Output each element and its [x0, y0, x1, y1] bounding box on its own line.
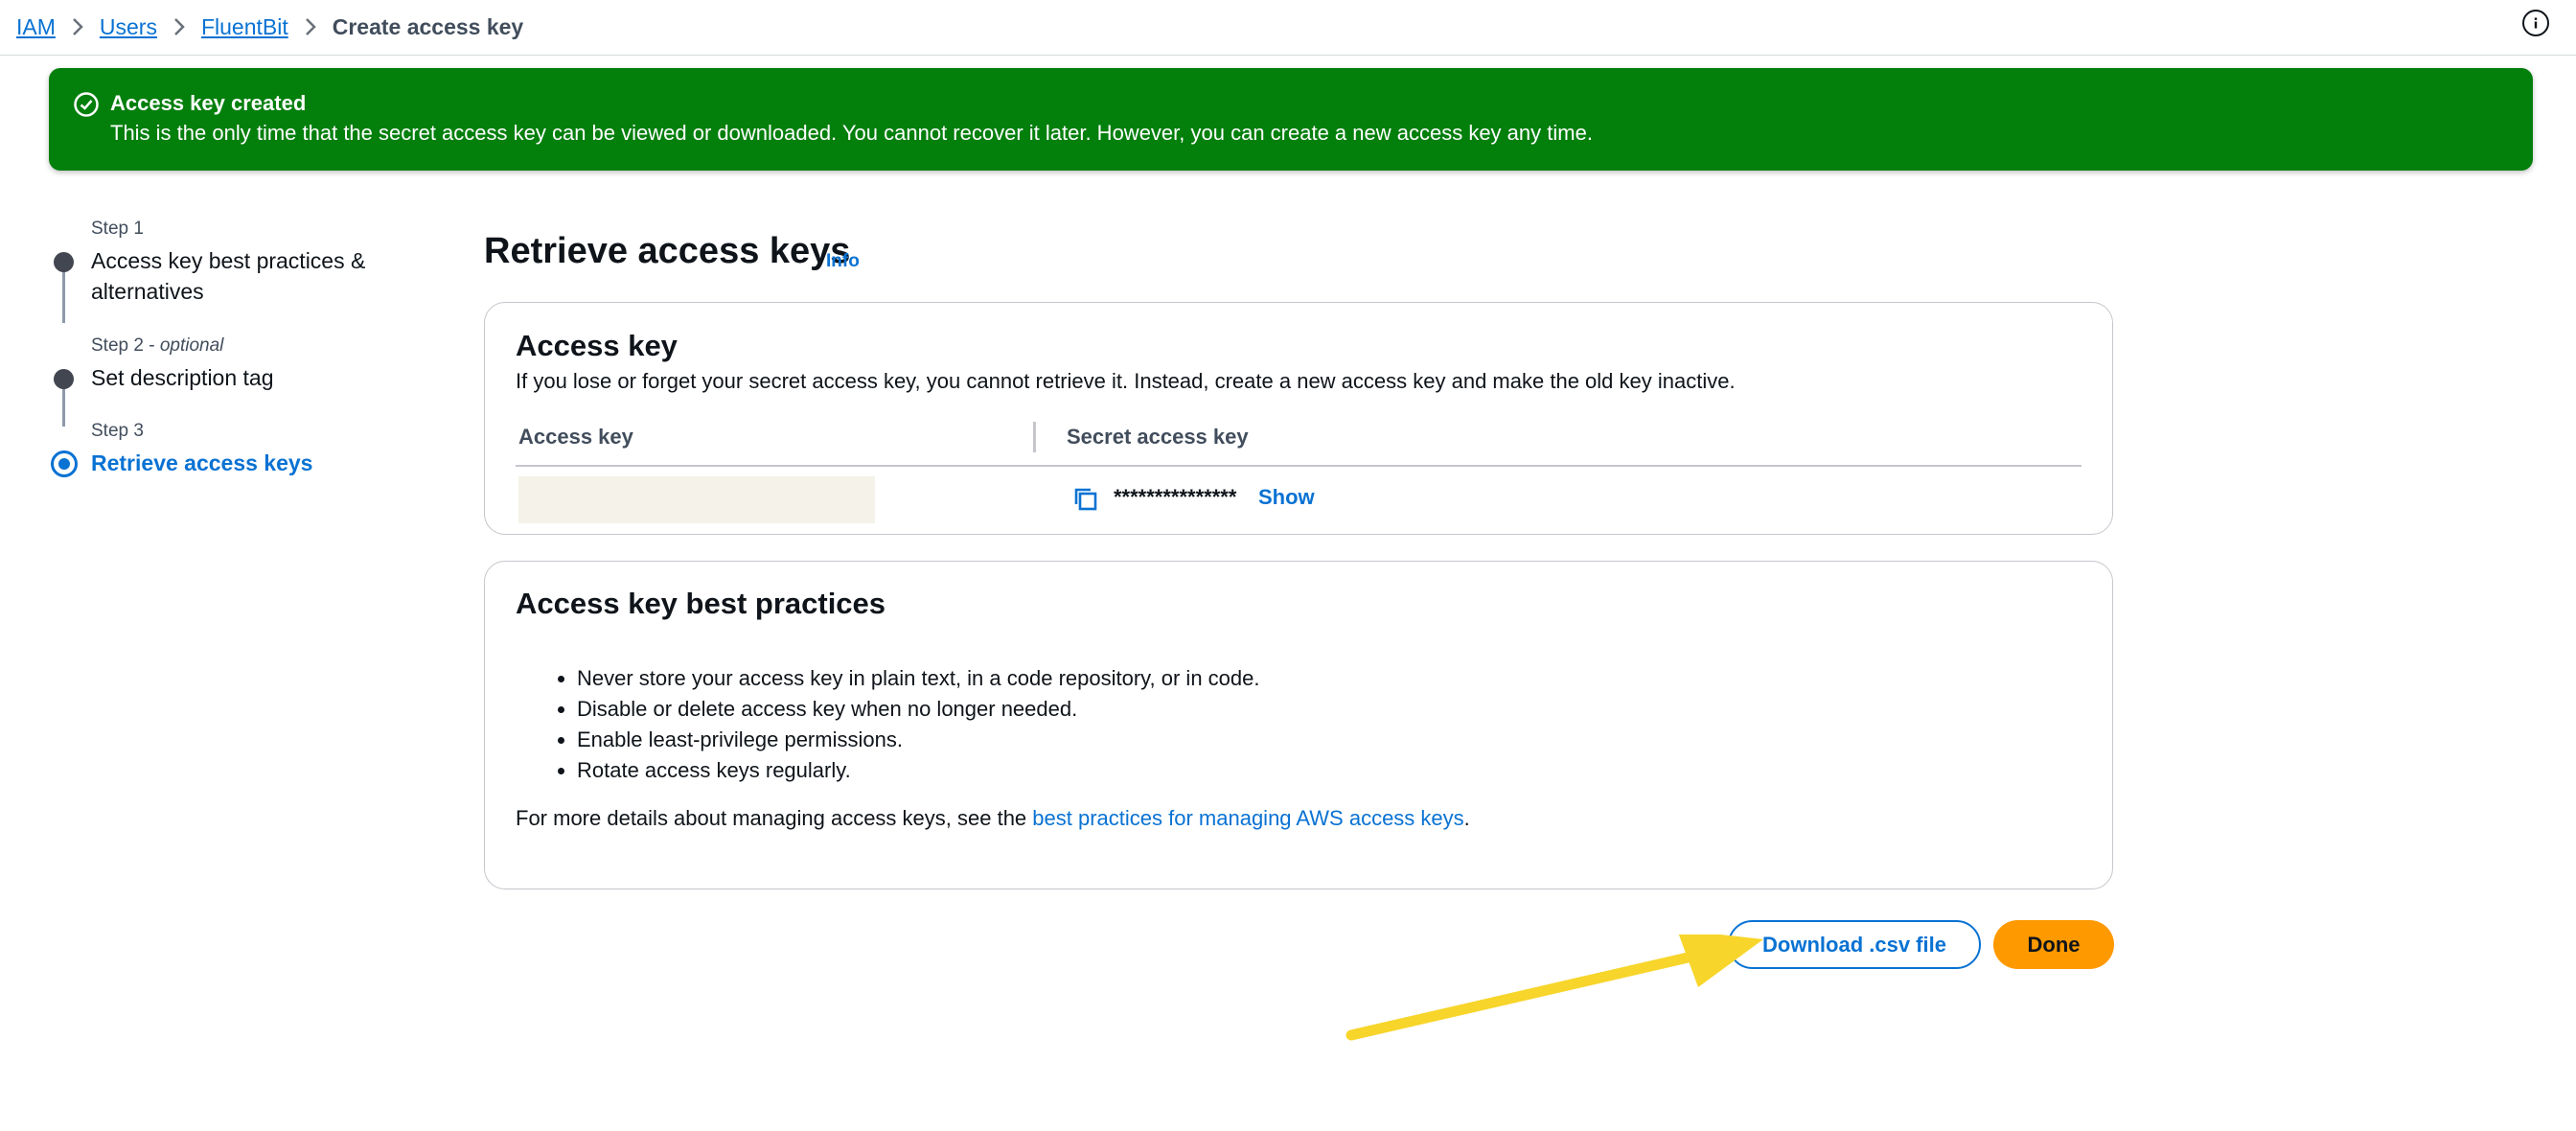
- step-3-number: Step 3: [91, 421, 144, 441]
- list-item: Enable least-privilege permissions.: [577, 725, 1260, 755]
- more-prefix: For more details about managing access k…: [516, 806, 1033, 830]
- wizard-steps: Step 1 Access key best practices & alter…: [0, 211, 450, 498]
- step-3-title: Retrieve access keys: [91, 450, 313, 475]
- step-2-indicator: [54, 369, 74, 389]
- breadcrumb-current: Create access key: [332, 13, 524, 39]
- step-2-number: Step 2 - optional: [91, 335, 224, 356]
- access-key-card: Access key If you lose or forget your se…: [484, 302, 2113, 535]
- column-header-secret-access-key: Secret access key: [1067, 425, 1249, 449]
- info-icon[interactable]: [2522, 10, 2549, 36]
- best-practices-card: Access key best practices Never store yo…: [484, 561, 2113, 889]
- copy-icon[interactable]: [1071, 485, 1100, 514]
- column-divider: [1033, 422, 1036, 452]
- list-item: Rotate access keys regularly.: [577, 755, 1260, 786]
- header-divider: [0, 55, 2576, 56]
- annotation-arrow: [1346, 935, 1763, 1041]
- breadcrumb-link-iam[interactable]: IAM: [16, 14, 56, 40]
- download-csv-button[interactable]: Download .csv file: [1728, 920, 1981, 969]
- done-button[interactable]: Done: [1993, 920, 2114, 969]
- step-3-indicator: [51, 450, 78, 477]
- banner-title: Access key created: [110, 91, 307, 115]
- list-item: Disable or delete access key when no lon…: [577, 694, 1260, 725]
- best-practices-heading: Access key best practices: [516, 587, 886, 620]
- info-link[interactable]: Info: [826, 251, 860, 272]
- list-item: Never store your access key in plain tex…: [577, 663, 1260, 694]
- secret-access-key-masked: ***************: [1114, 485, 1237, 509]
- access-key-description: If you lose or forget your secret access…: [516, 369, 1736, 393]
- more-suffix: .: [1463, 806, 1470, 830]
- access-key-value-redacted: [518, 476, 875, 523]
- step-1-indicator: [54, 252, 74, 272]
- chevron-right-icon: [288, 16, 333, 37]
- page: IAM Users FluentBit Create access key Ac…: [0, 0, 2576, 1131]
- step-1-title[interactable]: Access key best practices & alternatives: [91, 245, 407, 307]
- chevron-right-icon: [157, 16, 201, 37]
- banner-message: This is the only time that the secret ac…: [110, 121, 1593, 145]
- table-divider: [516, 465, 2082, 467]
- step-2-title[interactable]: Set description tag: [91, 362, 274, 393]
- access-key-heading: Access key: [516, 329, 678, 362]
- best-practices-link[interactable]: best practices for managing AWS access k…: [1032, 806, 1463, 830]
- success-banner: Access key created This is the only time…: [49, 68, 2533, 171]
- page-title: Retrieve access keys: [484, 231, 851, 271]
- breadcrumb: IAM Users FluentBit Create access key: [16, 0, 523, 54]
- step-1-number: Step 1: [91, 219, 144, 239]
- breadcrumb-link-fluentbit[interactable]: FluentBit: [201, 14, 288, 40]
- column-header-access-key: Access key: [518, 425, 633, 449]
- show-secret-button[interactable]: Show: [1258, 485, 1315, 510]
- step-2-number-text: Step 2: [91, 335, 144, 356]
- success-check-icon: [74, 92, 99, 117]
- step-2-optional: optional: [159, 335, 224, 356]
- chevron-right-icon: [56, 16, 100, 37]
- breadcrumb-link-users[interactable]: Users: [100, 14, 157, 40]
- best-practices-more: For more details about managing access k…: [516, 806, 1470, 831]
- best-practices-list: Never store your access key in plain tex…: [516, 663, 1260, 786]
